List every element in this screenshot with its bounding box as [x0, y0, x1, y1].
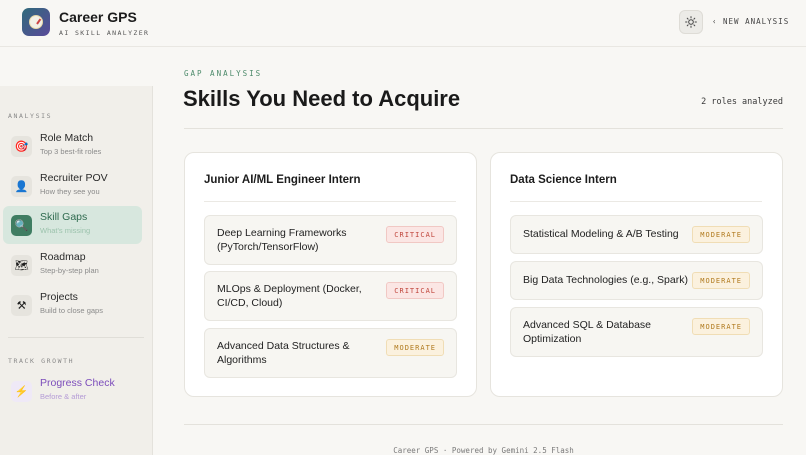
- severity-badge: MODERATE: [692, 318, 750, 335]
- chevron-left-icon: ‹: [712, 17, 724, 26]
- sidebar-divider: [8, 337, 144, 338]
- sidebar-item-desc: Build to close gaps: [40, 306, 103, 315]
- skill-name: Advanced Data Structures & Algorithms: [217, 340, 350, 366]
- role-card-title: Junior AI/ML Engineer Intern: [204, 174, 361, 186]
- divider: [184, 128, 783, 129]
- person-icon: 👤: [11, 176, 32, 197]
- target-icon: 🎯: [11, 136, 32, 157]
- skill-gap-item: Deep Learning Frameworks (PyTorch/Tensor…: [204, 215, 457, 265]
- sidebar-section-analysis: ANALYSIS: [8, 112, 53, 120]
- sidebar-item-desc: Before & after: [40, 392, 87, 401]
- footer-text: Career GPS · Powered by Gemini 2.5 Flash: [393, 446, 574, 455]
- skill-name: Statistical Modeling & A/B Testing: [523, 228, 679, 240]
- severity-badge: MODERATE: [692, 226, 750, 243]
- skill-gap-item: Advanced SQL & Database Optimization MOD…: [510, 307, 763, 357]
- role-card-ai-ml-engineer: Junior AI/ML Engineer Intern Deep Learni…: [184, 152, 477, 397]
- sidebar-section-track-growth: TRACK GROWTH: [8, 357, 75, 365]
- sidebar-item-progress-check[interactable]: ⚡ Progress Check Before & after: [3, 372, 142, 410]
- divider: [510, 201, 762, 202]
- skill-name: Big Data Technologies (e.g., Spark): [523, 274, 688, 286]
- sidebar-item-title: Progress Check: [40, 377, 115, 389]
- sun-icon: [685, 16, 697, 28]
- severity-badge: CRITICAL: [386, 282, 444, 299]
- sidebar-item-desc: How they see you: [40, 187, 100, 196]
- sidebar-item-skill-gaps[interactable]: 🔍 Skill Gaps What's missing: [3, 206, 142, 244]
- skill-gap-item: Statistical Modeling & A/B Testing MODER…: [510, 215, 763, 254]
- sidebar-item-desc: Step-by-step plan: [40, 266, 99, 275]
- role-card-data-science: Data Science Intern Statistical Modeling…: [490, 152, 783, 397]
- sidebar-item-desc: What's missing: [40, 226, 91, 235]
- sidebar-item-title: Roadmap: [40, 251, 86, 263]
- skill-name: Advanced SQL & Database Optimization: [523, 319, 652, 345]
- new-analysis-link[interactable]: ‹ NEW ANALYSIS: [712, 17, 789, 26]
- divider: [184, 424, 783, 425]
- role-card-title: Data Science Intern: [510, 174, 617, 186]
- new-analysis-label: NEW ANALYSIS: [723, 17, 790, 26]
- sidebar-item-role-match[interactable]: 🎯 Role Match Top 3 best-fit roles: [3, 127, 142, 165]
- skill-name: MLOps & Deployment (Docker, CI/CD, Cloud…: [217, 283, 362, 309]
- sidebar-item-projects[interactable]: ⚒ Projects Build to close gaps: [3, 286, 142, 324]
- magnifier-icon: 🔍: [11, 215, 32, 236]
- sidebar-item-recruiter-pov[interactable]: 👤 Recruiter POV How they see you: [3, 167, 142, 205]
- skill-gap-item: Advanced Data Structures & Algorithms MO…: [204, 328, 457, 378]
- page-title: Skills You Need to Acquire: [183, 86, 461, 111]
- sidebar-item-title: Role Match: [40, 132, 94, 144]
- skill-gap-item: Big Data Technologies (e.g., Spark) MODE…: [510, 261, 763, 300]
- top-bar: Career GPS AI SKILL ANALYZER ‹ NEW ANALY…: [0, 0, 806, 47]
- sidebar-item-title: Recruiter POV: [40, 172, 108, 184]
- divider: [204, 201, 456, 202]
- skill-gap-item: MLOps & Deployment (Docker, CI/CD, Cloud…: [204, 271, 457, 321]
- theme-toggle-button[interactable]: [679, 10, 703, 34]
- severity-badge: CRITICAL: [386, 226, 444, 243]
- tools-icon: ⚒: [11, 295, 32, 316]
- sidebar-item-roadmap[interactable]: 🗺 Roadmap Step-by-step plan: [3, 246, 142, 284]
- section-eyebrow: GAP ANALYSIS: [184, 69, 263, 78]
- sidebar-item-desc: Top 3 best-fit roles: [40, 147, 102, 156]
- app-title: Career GPS: [59, 9, 137, 25]
- app-subtitle: AI SKILL ANALYZER: [59, 29, 150, 37]
- roles-count: 2 roles analyzed: [701, 97, 783, 107]
- sidebar-item-title: Projects: [40, 291, 78, 303]
- severity-badge: MODERATE: [386, 339, 444, 356]
- sidebar: ANALYSIS 🎯 Role Match Top 3 best-fit rol…: [0, 86, 153, 455]
- sidebar-item-title: Skill Gaps: [40, 211, 88, 223]
- compass-icon: [22, 8, 50, 36]
- skill-name: Deep Learning Frameworks (PyTorch/Tensor…: [217, 227, 347, 253]
- map-icon: 🗺: [11, 255, 32, 276]
- lightning-icon: ⚡: [11, 381, 32, 402]
- severity-badge: MODERATE: [692, 272, 750, 289]
